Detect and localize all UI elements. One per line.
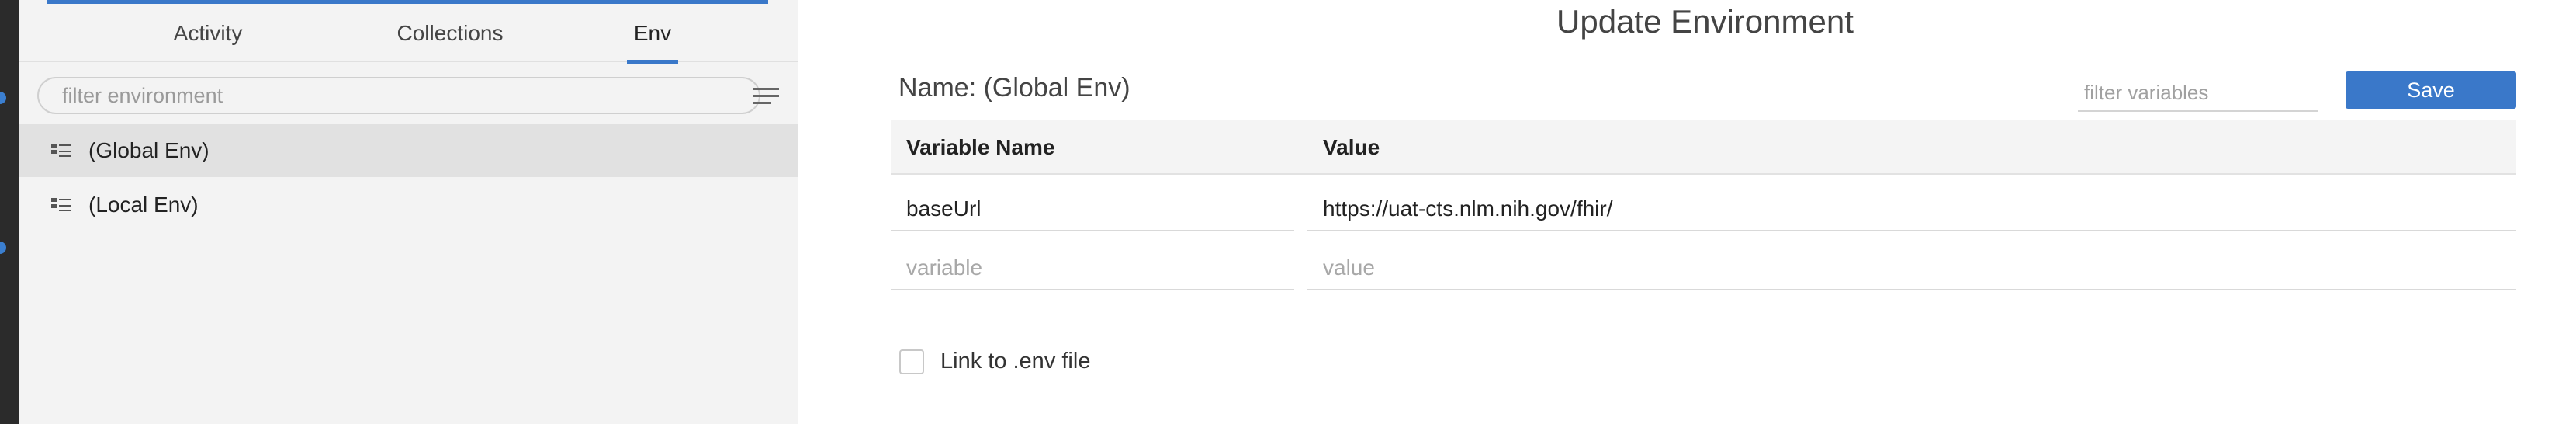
tab-label: Collections — [396, 20, 504, 45]
tab-label: Env — [633, 20, 672, 45]
tab-env[interactable]: Env — [627, 4, 678, 64]
main-panel: Update Environment Name: (Global Env) Sa… — [798, 0, 2576, 424]
active-tab-indicator — [627, 60, 678, 64]
tab-collections[interactable]: Collections — [365, 4, 535, 62]
filter-environment-input[interactable] — [37, 77, 760, 114]
left-activity-strip — [0, 0, 19, 424]
column-header-variable-name: Variable Name — [906, 135, 1055, 159]
sidebar: Activity Collections Env ( — [19, 0, 798, 424]
list-icon — [51, 142, 71, 159]
variable-value-input[interactable] — [1307, 188, 2516, 231]
notification-dot[interactable] — [0, 242, 6, 254]
link-env-file-label: Link to .env file — [940, 349, 1091, 374]
env-item-label: (Global Env) — [88, 138, 209, 162]
list-icon — [51, 196, 71, 214]
new-variable-value-input[interactable] — [1307, 247, 2516, 290]
environment-name-label: Name: (Global Env) — [898, 73, 1130, 103]
tab-activity[interactable]: Activity — [146, 4, 270, 62]
env-item-local[interactable]: (Local Env) — [19, 179, 798, 231]
page-title: Update Environment — [1556, 3, 1854, 40]
sidebar-tabs: Activity Collections Env — [19, 4, 798, 64]
save-button[interactable]: Save — [2346, 71, 2516, 109]
variable-name-input[interactable] — [891, 188, 1294, 231]
env-item-global[interactable]: (Global Env) — [19, 124, 798, 177]
notification-dot[interactable] — [0, 92, 6, 104]
filter-variables-input[interactable] — [2078, 75, 2318, 112]
tab-label: Activity — [173, 20, 243, 45]
env-item-label: (Local Env) — [88, 193, 199, 217]
hamburger-menu-icon[interactable] — [753, 85, 781, 109]
app-window: Activity Collections Env ( — [0, 0, 2576, 424]
column-header-value: Value — [1323, 135, 1380, 159]
link-env-file-checkbox[interactable] — [899, 349, 924, 374]
variables-table-header: Variable Name Value — [891, 120, 2516, 175]
new-variable-name-input[interactable] — [891, 247, 1294, 290]
